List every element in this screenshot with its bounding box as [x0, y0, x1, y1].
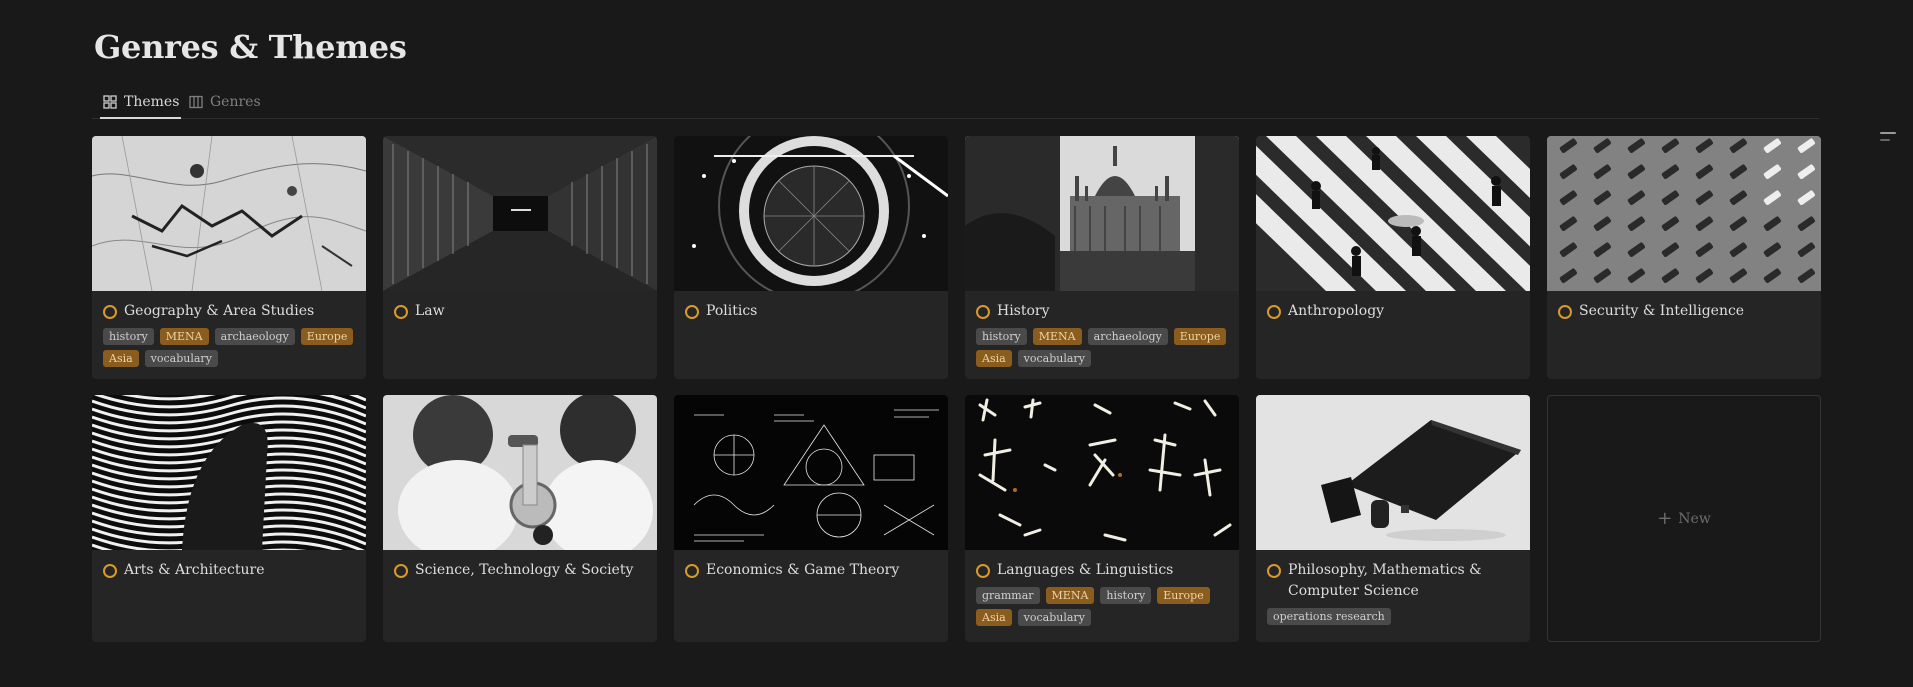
- dome-interior-photo: [674, 136, 948, 291]
- tab-themes[interactable]: Themes: [100, 86, 182, 119]
- tag: Europe: [1173, 328, 1227, 345]
- card-economics[interactable]: Economics & Game Theory: [674, 395, 948, 642]
- card-philosophy[interactable]: Philosophy, Mathematics & Computer Scien…: [1256, 395, 1530, 642]
- status-icon: [976, 564, 990, 578]
- plus-icon: +: [1657, 507, 1673, 529]
- table-icon: [189, 95, 203, 109]
- card-title: Law: [415, 303, 445, 319]
- tag: MENA: [159, 328, 209, 345]
- tag: grammar: [976, 587, 1040, 604]
- microscope-photo: [383, 395, 657, 550]
- parliament-photo: [965, 136, 1239, 291]
- tag-list: history MENA archaeology Europe Asia voc…: [103, 328, 355, 367]
- calligraphy-photo: [965, 395, 1239, 550]
- tag: history: [1100, 587, 1152, 604]
- tag: history: [976, 328, 1027, 345]
- tag: vocabulary: [1017, 350, 1091, 367]
- card-title: Security & Intelligence: [1579, 303, 1745, 319]
- status-icon: [1267, 305, 1281, 319]
- card-title: Anthropology: [1288, 303, 1385, 319]
- card-languages[interactable]: Languages & Linguistics grammar MENA his…: [965, 395, 1239, 642]
- new-card-label: New: [1678, 510, 1711, 527]
- card-title: Languages & Linguistics: [997, 562, 1174, 578]
- cctv-cameras-photo: [1547, 136, 1821, 291]
- tag-list: history MENA archaeology Europe Asia voc…: [976, 328, 1228, 367]
- card-title: Politics: [706, 303, 758, 319]
- card-title: Arts & Architecture: [124, 562, 265, 578]
- tag: archaeology: [1087, 328, 1168, 345]
- status-icon: [685, 305, 699, 319]
- outline-toggle-icon[interactable]: [1880, 132, 1896, 146]
- tab-genres-label: Genres: [210, 94, 261, 110]
- tag: Asia: [976, 609, 1012, 626]
- map-photo: [92, 136, 366, 291]
- gallery-icon: [103, 95, 117, 109]
- page-title: Genres & Themes: [94, 28, 407, 66]
- tag: vocabulary: [144, 350, 218, 367]
- laptop-photo: [1256, 395, 1530, 550]
- tag: vocabulary: [1017, 609, 1091, 626]
- tab-genres[interactable]: Genres: [186, 86, 263, 118]
- card-anthropology[interactable]: Anthropology: [1256, 136, 1530, 379]
- tag: MENA: [1032, 328, 1082, 345]
- tag: Asia: [976, 350, 1012, 367]
- status-icon: [103, 305, 117, 319]
- chalkboard-photo: [674, 395, 948, 550]
- status-icon: [1267, 564, 1281, 578]
- card-title: Philosophy, Mathematics & Computer Scien…: [1288, 562, 1482, 599]
- status-icon: [685, 564, 699, 578]
- tag: archaeology: [214, 328, 295, 345]
- view-tabs: Themes Genres: [92, 86, 1819, 119]
- tag-list: grammar MENA history Europe Asia vocabul…: [976, 587, 1228, 626]
- card-geography[interactable]: Geography & Area Studies history MENA ar…: [92, 136, 366, 379]
- tab-themes-label: Themes: [124, 94, 180, 110]
- card-arts[interactable]: Arts & Architecture: [92, 395, 366, 642]
- status-icon: [1558, 305, 1572, 319]
- card-law[interactable]: Law: [383, 136, 657, 379]
- tag: history: [103, 328, 154, 345]
- gallery-grid: Geography & Area Studies history MENA ar…: [92, 136, 1821, 642]
- status-icon: [394, 305, 408, 319]
- tag: Europe: [300, 328, 354, 345]
- crosswalk-photo: [1256, 136, 1530, 291]
- card-title: Science, Technology & Society: [415, 562, 634, 578]
- status-icon: [976, 305, 990, 319]
- card-title: History: [997, 303, 1050, 319]
- tag: operations research: [1267, 608, 1391, 625]
- status-icon: [103, 564, 117, 578]
- card-history[interactable]: History history MENA archaeology Europe …: [965, 136, 1239, 379]
- tag: MENA: [1045, 587, 1095, 604]
- prison-corridor-photo: [383, 136, 657, 291]
- card-title: Economics & Game Theory: [706, 562, 900, 578]
- card-security[interactable]: Security & Intelligence: [1547, 136, 1821, 379]
- op-art-photo: [92, 395, 366, 550]
- card-politics[interactable]: Politics: [674, 136, 948, 379]
- tag: Asia: [103, 350, 139, 367]
- new-card-button[interactable]: + New: [1547, 395, 1821, 642]
- card-science[interactable]: Science, Technology & Society: [383, 395, 657, 642]
- card-title: Geography & Area Studies: [124, 303, 315, 319]
- tag-list: operations research: [1267, 608, 1519, 625]
- tag: Europe: [1157, 587, 1210, 604]
- status-icon: [394, 564, 408, 578]
